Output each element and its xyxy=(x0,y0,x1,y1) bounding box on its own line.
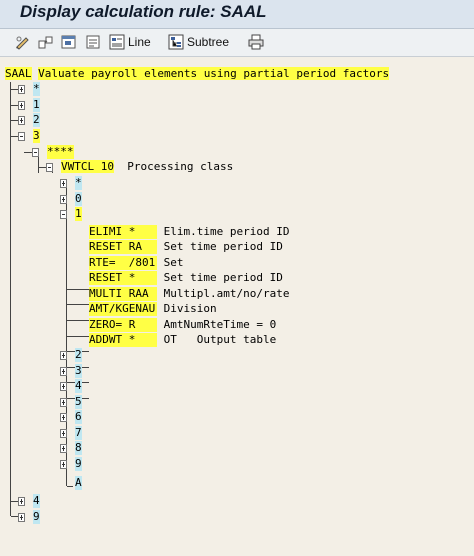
value-node-5[interactable]: 5 xyxy=(75,395,82,409)
expand-icon[interactable] xyxy=(60,367,67,376)
operation-row[interactable]: AMT/KGENAU Division xyxy=(89,302,217,316)
expand-icon[interactable] xyxy=(18,497,25,506)
collapse-icon[interactable] xyxy=(46,163,53,172)
tree-node-wage-type-2[interactable]: 2 xyxy=(33,113,40,127)
expand-icon[interactable] xyxy=(60,429,67,438)
expand-icon[interactable] xyxy=(18,116,25,125)
tree-connector xyxy=(67,336,89,337)
tree-connector xyxy=(11,105,18,106)
tree-node-variable-key[interactable]: **** xyxy=(47,145,74,159)
subtree-icon xyxy=(168,34,184,50)
tree-connector xyxy=(11,89,18,90)
operation-text: Processing class xyxy=(127,160,234,173)
operation-description: Set time period ID xyxy=(163,240,283,253)
tree-node-wage-type-4[interactable]: 4 xyxy=(33,494,40,508)
line-icon xyxy=(109,34,125,50)
tree-connector xyxy=(38,167,46,168)
value-node-7[interactable]: 7 xyxy=(75,426,82,440)
rule-tree: SAAL Valuate payroll elements using part… xyxy=(0,57,474,556)
value-node-2[interactable]: 2 xyxy=(75,348,82,362)
expand-icon[interactable] xyxy=(60,382,67,391)
tree-connector xyxy=(67,486,73,487)
toggle-display-change-icon[interactable] xyxy=(37,33,55,51)
pencil-icon[interactable] xyxy=(14,33,32,51)
operation-code: RTE= /801 xyxy=(89,256,157,270)
operation-code: ELIMI * xyxy=(89,225,157,239)
operation-description: Division xyxy=(163,302,217,315)
tree-connector xyxy=(11,501,18,502)
expand-icon[interactable] xyxy=(60,398,67,407)
value-node-4[interactable]: 4 xyxy=(75,379,82,393)
expand-icon[interactable] xyxy=(60,195,67,204)
title-bar: Display calculation rule: SAAL xyxy=(0,0,474,29)
operation-row[interactable]: ELIMI * Elim.time period ID xyxy=(89,225,289,239)
line-button-label: Line xyxy=(128,35,151,49)
collapse-icon[interactable] xyxy=(32,148,39,157)
tree-node-wage-type-star[interactable]: * xyxy=(33,82,40,96)
application-toolbar: Line Subtree xyxy=(0,29,474,57)
expand-icon[interactable] xyxy=(60,444,67,453)
tree-connector xyxy=(11,136,18,137)
tree-connector xyxy=(67,289,89,290)
value-node-6[interactable]: 6 xyxy=(75,410,82,424)
operation-code: RESET RA xyxy=(89,240,157,254)
tree-connector xyxy=(66,221,67,341)
operation-row[interactable]: RESET RA Set time period ID xyxy=(89,240,283,254)
other-object-icon[interactable] xyxy=(60,33,78,51)
tree-connector xyxy=(67,304,89,305)
collapse-icon[interactable] xyxy=(18,132,25,141)
operation-row[interactable]: ADDWT * OT Output table xyxy=(89,333,276,347)
expand-icon[interactable] xyxy=(18,101,25,110)
operation-name: VWTCL 10 xyxy=(61,160,114,173)
tree-connector xyxy=(11,120,18,121)
operation-code: MULTI RAA xyxy=(89,287,157,301)
subtree-button[interactable]: Subtree xyxy=(168,33,229,51)
operation-description: Set time period ID xyxy=(163,271,283,284)
operation-row[interactable]: RESET * Set time period ID xyxy=(89,271,283,285)
operation-description: OT Output table xyxy=(163,333,277,346)
printer-icon[interactable] xyxy=(247,33,265,51)
root-rule-text: Valuate payroll elements using partial p… xyxy=(38,67,390,80)
value-node-3[interactable]: 3 xyxy=(75,364,82,378)
value-node-0[interactable]: 0 xyxy=(75,192,82,206)
tree-connector xyxy=(11,516,18,517)
expand-icon[interactable] xyxy=(18,85,25,94)
tree-node-wage-type-3[interactable]: 3 xyxy=(33,129,40,143)
documentation-icon[interactable] xyxy=(84,33,102,51)
operation-row[interactable]: RTE= /801 Set xyxy=(89,256,184,270)
operation-code: RESET * xyxy=(89,271,157,285)
value-node-9[interactable]: 9 xyxy=(75,457,82,471)
collapse-icon[interactable] xyxy=(60,210,67,219)
value-node-8[interactable]: 8 xyxy=(75,441,82,455)
expand-icon[interactable] xyxy=(18,513,25,522)
value-node-a[interactable]: A xyxy=(75,476,82,490)
tree-connector xyxy=(10,82,11,516)
operation-description: Set xyxy=(163,256,184,269)
tree-node-wage-type-9[interactable]: 9 xyxy=(33,510,40,524)
operation-description: Multipl.amt/no/rate xyxy=(163,287,290,300)
operation-description: Elim.time period ID xyxy=(163,225,290,238)
line-button[interactable]: Line xyxy=(109,33,151,51)
tree-connector xyxy=(67,320,89,321)
operation-description: AmtNumRteTime = 0 xyxy=(163,318,277,331)
expand-icon[interactable] xyxy=(60,460,67,469)
value-node-1[interactable]: 1 xyxy=(75,207,82,221)
page-title: Display calculation rule: SAAL xyxy=(20,2,267,21)
operation-row[interactable]: ZERO= R AmtNumRteTime = 0 xyxy=(89,318,276,332)
tree-node-wage-type-1[interactable]: 1 xyxy=(33,98,40,112)
operation-code: AMT/KGENAU xyxy=(89,302,157,316)
value-node-star[interactable]: * xyxy=(75,176,82,190)
expand-icon[interactable] xyxy=(60,413,67,422)
operation-node[interactable]: VWTCL 10 Processing class xyxy=(61,160,233,174)
tree-root[interactable]: SAAL Valuate payroll elements using part… xyxy=(5,67,390,81)
tree-connector xyxy=(24,152,32,153)
root-rule-name: SAAL xyxy=(5,67,32,80)
expand-icon[interactable] xyxy=(60,351,67,360)
expand-icon[interactable] xyxy=(60,179,67,188)
operation-code: ZERO= R xyxy=(89,318,157,332)
operation-code: ADDWT * xyxy=(89,333,157,347)
subtree-button-label: Subtree xyxy=(187,35,230,49)
operation-row[interactable]: MULTI RAA Multipl.amt/no/rate xyxy=(89,287,289,301)
